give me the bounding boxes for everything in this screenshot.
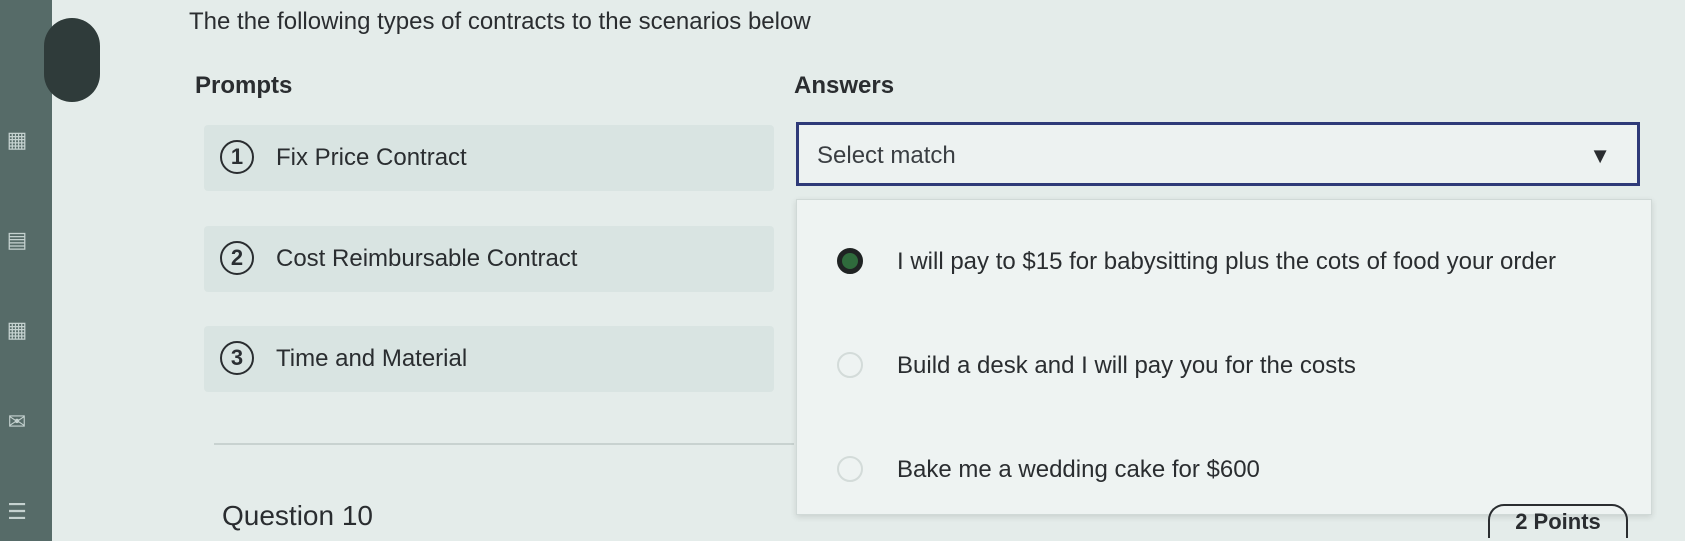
prompts-header: Prompts (195, 72, 293, 99)
dropdown-caret-icon[interactable]: ▼ (1589, 143, 1611, 169)
option-label: Bake me a wedding cake for $600 (897, 456, 1260, 483)
radio-button[interactable] (837, 456, 863, 482)
prompt-number-badge: 2 (220, 241, 254, 275)
option-label: Build a desk and I will pay you for the … (897, 352, 1356, 379)
document-icon[interactable]: ▤ (4, 228, 30, 252)
prompt-number-badge: 3 (220, 341, 254, 375)
option-1[interactable]: I will pay to $15 for babysitting plus t… (837, 242, 1627, 282)
select-value: Select match (817, 142, 956, 169)
list-icon[interactable]: ☰ (4, 500, 30, 524)
grid-icon[interactable]: ▦ (4, 318, 30, 342)
avatar (44, 18, 100, 102)
prompt-label: Time and Material (276, 345, 468, 372)
option-label: I will pay to $15 for babysitting plus t… (897, 248, 1557, 275)
answers-header: Answers (794, 72, 895, 99)
prompt-number-badge: 1 (220, 140, 254, 174)
prompt-label: Fix Price Contract (276, 144, 467, 171)
question-number: Question 10 (222, 500, 373, 531)
radio-button-selected[interactable] (837, 248, 863, 274)
match-select[interactable]: Select match ▼ (796, 122, 1640, 186)
match-dropdown-list: I will pay to $15 for babysitting plus t… (796, 199, 1652, 515)
prompt-row-2: 2 Cost Reimbursable Contract (204, 226, 774, 292)
points-badge: 2 Points (1488, 504, 1628, 538)
prompt-label: Cost Reimbursable Contract (276, 245, 578, 272)
prompt-row-1: 1 Fix Price Contract (204, 125, 774, 191)
mail-icon[interactable]: ✉ (4, 410, 30, 434)
option-2[interactable]: Build a desk and I will pay you for the … (837, 346, 1627, 386)
option-3[interactable]: Bake me a wedding cake for $600 (837, 450, 1627, 490)
divider (214, 443, 794, 445)
calendar-icon[interactable]: ▦ (4, 128, 30, 152)
radio-button[interactable] (837, 352, 863, 378)
question-instructions: The the following types of contracts to … (189, 8, 811, 35)
prompt-row-3: 3 Time and Material (204, 326, 774, 392)
